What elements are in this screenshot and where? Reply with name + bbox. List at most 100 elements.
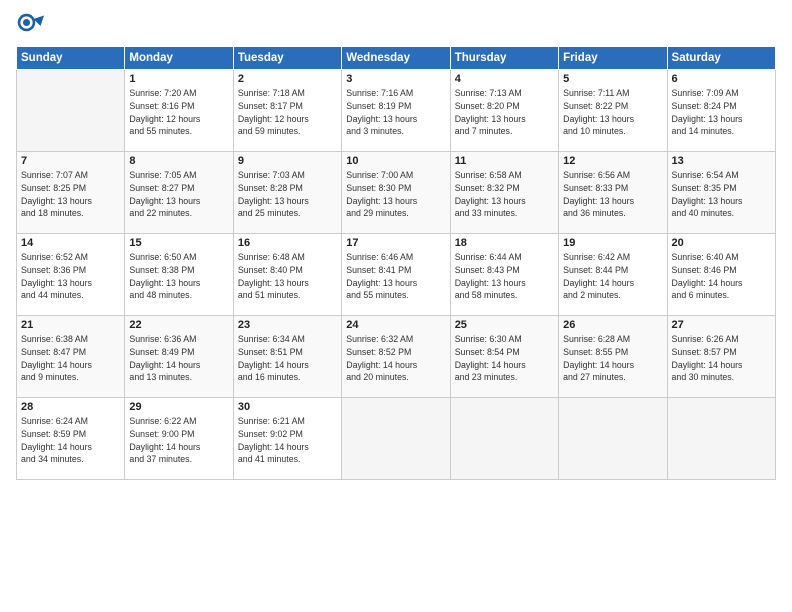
calendar-cell: 14 Sunrise: 6:52 AM Sunset: 8:36 PM Dayli…	[17, 234, 125, 316]
cell-content: Sunrise: 6:56 AM Sunset: 8:33 PM Dayligh…	[563, 169, 662, 220]
header	[16, 12, 776, 40]
day-number: 24	[346, 319, 445, 331]
header-day-thursday: Thursday	[450, 47, 558, 70]
cell-content: Sunrise: 7:07 AM Sunset: 8:25 PM Dayligh…	[21, 169, 120, 220]
calendar-cell: 8 Sunrise: 7:05 AM Sunset: 8:27 PM Daylig…	[125, 152, 233, 234]
cell-content: Sunrise: 6:38 AM Sunset: 8:47 PM Dayligh…	[21, 333, 120, 384]
day-number: 2	[238, 73, 337, 85]
day-number: 21	[21, 319, 120, 331]
day-number: 29	[129, 401, 228, 413]
calendar-cell: 12 Sunrise: 6:56 AM Sunset: 8:33 PM Dayli…	[559, 152, 667, 234]
calendar-cell: 19 Sunrise: 6:42 AM Sunset: 8:44 PM Dayli…	[559, 234, 667, 316]
cell-content: Sunrise: 7:05 AM Sunset: 8:27 PM Dayligh…	[129, 169, 228, 220]
day-number: 22	[129, 319, 228, 331]
day-number: 14	[21, 237, 120, 249]
day-number: 28	[21, 401, 120, 413]
calendar-cell	[17, 70, 125, 152]
day-number: 3	[346, 73, 445, 85]
calendar-cell: 3 Sunrise: 7:16 AM Sunset: 8:19 PM Daylig…	[342, 70, 450, 152]
day-number: 11	[455, 155, 554, 167]
day-number: 20	[672, 237, 771, 249]
day-number: 25	[455, 319, 554, 331]
logo	[16, 12, 48, 40]
cell-content: Sunrise: 6:28 AM Sunset: 8:55 PM Dayligh…	[563, 333, 662, 384]
cell-content: Sunrise: 6:48 AM Sunset: 8:40 PM Dayligh…	[238, 251, 337, 302]
day-number: 23	[238, 319, 337, 331]
day-number: 10	[346, 155, 445, 167]
cell-content: Sunrise: 6:40 AM Sunset: 8:46 PM Dayligh…	[672, 251, 771, 302]
cell-content: Sunrise: 6:42 AM Sunset: 8:44 PM Dayligh…	[563, 251, 662, 302]
cell-content: Sunrise: 6:54 AM Sunset: 8:35 PM Dayligh…	[672, 169, 771, 220]
day-number: 12	[563, 155, 662, 167]
cell-content: Sunrise: 7:03 AM Sunset: 8:28 PM Dayligh…	[238, 169, 337, 220]
calendar-cell: 21 Sunrise: 6:38 AM Sunset: 8:47 PM Dayli…	[17, 316, 125, 398]
day-number: 15	[129, 237, 228, 249]
calendar-cell: 9 Sunrise: 7:03 AM Sunset: 8:28 PM Daylig…	[233, 152, 341, 234]
calendar-cell: 29 Sunrise: 6:22 AM Sunset: 9:00 PM Dayli…	[125, 398, 233, 480]
cell-content: Sunrise: 6:44 AM Sunset: 8:43 PM Dayligh…	[455, 251, 554, 302]
header-day-saturday: Saturday	[667, 47, 775, 70]
cell-content: Sunrise: 6:52 AM Sunset: 8:36 PM Dayligh…	[21, 251, 120, 302]
calendar-cell: 7 Sunrise: 7:07 AM Sunset: 8:25 PM Daylig…	[17, 152, 125, 234]
day-number: 5	[563, 73, 662, 85]
calendar-cell: 18 Sunrise: 6:44 AM Sunset: 8:43 PM Dayli…	[450, 234, 558, 316]
calendar-cell: 26 Sunrise: 6:28 AM Sunset: 8:55 PM Dayli…	[559, 316, 667, 398]
day-number: 8	[129, 155, 228, 167]
calendar-cell	[559, 398, 667, 480]
week-row-4: 21 Sunrise: 6:38 AM Sunset: 8:47 PM Dayli…	[17, 316, 776, 398]
day-number: 26	[563, 319, 662, 331]
calendar-cell	[667, 398, 775, 480]
calendar-cell: 5 Sunrise: 7:11 AM Sunset: 8:22 PM Daylig…	[559, 70, 667, 152]
cell-content: Sunrise: 7:16 AM Sunset: 8:19 PM Dayligh…	[346, 87, 445, 138]
cell-content: Sunrise: 6:46 AM Sunset: 8:41 PM Dayligh…	[346, 251, 445, 302]
cell-content: Sunrise: 7:11 AM Sunset: 8:22 PM Dayligh…	[563, 87, 662, 138]
calendar-cell: 24Sunrise: 6:32 AM Sunset: 8:52 PM Dayli…	[342, 316, 450, 398]
cell-content: Sunrise: 7:00 AM Sunset: 8:30 PM Dayligh…	[346, 169, 445, 220]
calendar-cell: 23 Sunrise: 6:34 AM Sunset: 8:51 PM Dayli…	[233, 316, 341, 398]
cell-content: Sunrise: 6:22 AM Sunset: 9:00 PM Dayligh…	[129, 415, 228, 466]
cell-content: Sunrise: 6:30 AM Sunset: 8:54 PM Dayligh…	[455, 333, 554, 384]
cell-content: Sunrise: 6:21 AM Sunset: 9:02 PM Dayligh…	[238, 415, 337, 466]
day-number: 18	[455, 237, 554, 249]
week-row-2: 7 Sunrise: 7:07 AM Sunset: 8:25 PM Daylig…	[17, 152, 776, 234]
calendar-cell	[342, 398, 450, 480]
day-number: 17	[346, 237, 445, 249]
day-number: 30	[238, 401, 337, 413]
cell-content: Sunrise: 6:58 AM Sunset: 8:32 PM Dayligh…	[455, 169, 554, 220]
calendar-cell: 13 Sunrise: 6:54 AM Sunset: 8:35 PM Dayli…	[667, 152, 775, 234]
cell-content: Sunrise: 6:34 AM Sunset: 8:51 PM Dayligh…	[238, 333, 337, 384]
calendar-cell: 30 Sunrise: 6:21 AM Sunset: 9:02 PM Dayli…	[233, 398, 341, 480]
calendar-cell: 22 Sunrise: 6:36 AM Sunset: 8:49 PM Dayli…	[125, 316, 233, 398]
day-number: 4	[455, 73, 554, 85]
day-number: 9	[238, 155, 337, 167]
cell-content: Sunrise: 6:24 AM Sunset: 8:59 PM Dayligh…	[21, 415, 120, 466]
calendar-cell: 20 Sunrise: 6:40 AM Sunset: 8:46 PM Dayli…	[667, 234, 775, 316]
cell-content: Sunrise: 7:18 AM Sunset: 8:17 PM Dayligh…	[238, 87, 337, 138]
calendar-cell: 4Sunrise: 7:13 AM Sunset: 8:20 PM Daylig…	[450, 70, 558, 152]
calendar-cell: 16 Sunrise: 6:48 AM Sunset: 8:40 PM Dayli…	[233, 234, 341, 316]
cell-content: Sunrise: 6:26 AM Sunset: 8:57 PM Dayligh…	[672, 333, 771, 384]
day-number: 7	[21, 155, 120, 167]
header-day-sunday: Sunday	[17, 47, 125, 70]
header-day-monday: Monday	[125, 47, 233, 70]
day-number: 19	[563, 237, 662, 249]
calendar-cell: 1Sunrise: 7:20 AM Sunset: 8:16 PM Daylig…	[125, 70, 233, 152]
calendar-cell: 10 Sunrise: 7:00 AM Sunset: 8:30 PM Dayli…	[342, 152, 450, 234]
cell-content: Sunrise: 7:09 AM Sunset: 8:24 PM Dayligh…	[672, 87, 771, 138]
week-row-1: 1Sunrise: 7:20 AM Sunset: 8:16 PM Daylig…	[17, 70, 776, 152]
day-number: 16	[238, 237, 337, 249]
calendar-table: SundayMondayTuesdayWednesdayThursdayFrid…	[16, 46, 776, 480]
calendar-cell: 25 Sunrise: 6:30 AM Sunset: 8:54 PM Dayli…	[450, 316, 558, 398]
day-number: 6	[672, 73, 771, 85]
calendar-cell: 11 Sunrise: 6:58 AM Sunset: 8:32 PM Dayli…	[450, 152, 558, 234]
calendar-cell: 28 Sunrise: 6:24 AM Sunset: 8:59 PM Dayli…	[17, 398, 125, 480]
calendar-cell: 15Sunrise: 6:50 AM Sunset: 8:38 PM Dayli…	[125, 234, 233, 316]
header-day-friday: Friday	[559, 47, 667, 70]
cell-content: Sunrise: 6:36 AM Sunset: 8:49 PM Dayligh…	[129, 333, 228, 384]
calendar-header: SundayMondayTuesdayWednesdayThursdayFrid…	[17, 47, 776, 70]
day-number: 27	[672, 319, 771, 331]
day-number: 13	[672, 155, 771, 167]
header-day-wednesday: Wednesday	[342, 47, 450, 70]
calendar-cell: 27 Sunrise: 6:26 AM Sunset: 8:57 PM Dayli…	[667, 316, 775, 398]
cell-content: Sunrise: 7:20 AM Sunset: 8:16 PM Dayligh…	[129, 87, 228, 138]
